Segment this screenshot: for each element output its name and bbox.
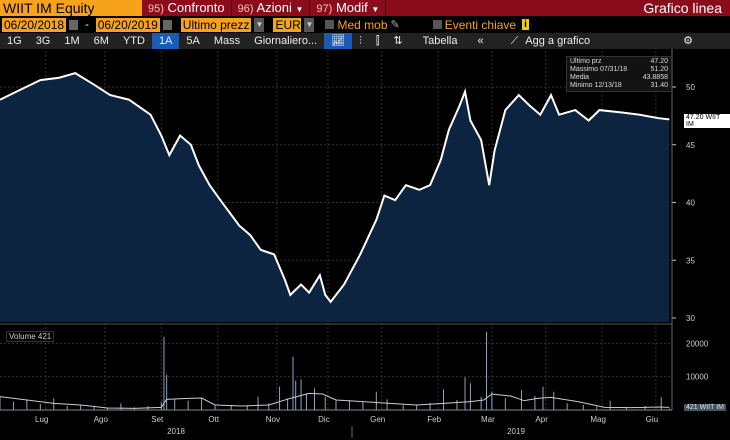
menu-label: Modif — [335, 0, 368, 15]
volume-average-line — [0, 392, 670, 409]
period-1a[interactable]: 1A — [151, 33, 180, 49]
y-tick-label: 45 — [686, 141, 695, 150]
menu-number: 97) — [316, 3, 333, 15]
menu-label: Confronto — [167, 0, 225, 15]
period-ytd[interactable]: YTD — [116, 33, 152, 49]
y-tick-label: 50 — [686, 83, 695, 92]
x-tick-label: Mar — [481, 415, 495, 424]
period-1m[interactable]: 1M — [57, 33, 86, 49]
candlestick-icon[interactable]: ⫶ — [352, 33, 369, 49]
menu-azioni[interactable]: 96) Azioni ▼ — [232, 0, 311, 16]
pencil-icon[interactable]: ✎ — [391, 18, 400, 31]
x-tick-label: Giu — [646, 415, 658, 424]
x-tick-label: Apr — [535, 415, 548, 424]
toolbar: 1G 3G 1M 6M YTD 1A 5A Mass Giornaliero..… — [0, 33, 730, 49]
x-tick-label: Ago — [94, 415, 109, 424]
ticker-field[interactable]: WIIT IM Equity — [0, 0, 142, 16]
x-tick-label: Nov — [266, 415, 280, 424]
price-tag: 47.20 WIIT IM — [684, 114, 730, 128]
chart-type-title: Grafico linea — [643, 0, 722, 16]
date-separator: - — [85, 18, 89, 31]
ohlc-icon[interactable]: ⇅ — [386, 33, 409, 49]
menu-number: 96) — [237, 3, 254, 15]
chevron-down-icon[interactable]: ▼ — [254, 17, 265, 32]
x-tick-label: Feb — [427, 415, 441, 424]
calendar-icon[interactable] — [162, 19, 172, 30]
period-3g[interactable]: 3G — [29, 33, 58, 49]
eventi-checkbox[interactable] — [432, 20, 442, 29]
line-chart-icon[interactable]: 📈︎ — [324, 33, 353, 49]
menu-confronto[interactable]: 95) Confronto — [142, 0, 232, 16]
x-tick-label: Mag — [590, 415, 606, 424]
period-5a[interactable]: 5A — [179, 33, 206, 49]
chevron-down-icon[interactable]: ▼ — [304, 17, 315, 32]
calendar-icon[interactable] — [69, 19, 79, 30]
gear-icon[interactable]: ⚙ — [676, 33, 700, 49]
year-label: 2019 — [507, 427, 525, 436]
y-tick-label: 10000 — [686, 373, 709, 382]
legend-last: Ultimo prz 47.20 — [570, 58, 668, 65]
legend-high: Massimo 07/31/18 51.20 — [570, 66, 668, 73]
period-1g[interactable]: 1G — [0, 33, 29, 49]
add-to-chart-button[interactable]: Agg a grafico — [518, 33, 597, 49]
period-mass[interactable]: Mass — [207, 33, 247, 49]
eventi-label: Eventi chiave — [444, 17, 517, 32]
x-tick-label: Set — [151, 415, 164, 424]
start-date-input[interactable]: 06/20/2018 — [2, 17, 67, 32]
info-icon[interactable]: i — [522, 19, 529, 30]
volume-legend: Volume 421 — [6, 331, 55, 342]
x-tick-label: Gen — [370, 415, 385, 424]
volume-tag: 421 WIIT IM — [684, 404, 726, 411]
menu-number: 95) — [148, 3, 164, 15]
currency-select[interactable]: EUR — [273, 17, 302, 32]
title-bar: WIIT IM Equity 95) Confronto 96) Azioni … — [0, 0, 730, 16]
med-mob-checkbox[interactable] — [325, 20, 335, 29]
x-tick-label: Ott — [208, 415, 219, 424]
x-tick-label: Dic — [318, 415, 330, 424]
y-tick-label: 20000 — [686, 339, 709, 348]
y-tick-label: 40 — [686, 199, 695, 208]
menu-modif[interactable]: 97) Modif ▼ — [310, 0, 387, 16]
chart-legend: Ultimo prz 47.20 Massimo 07/31/18 51.20 Me… — [566, 56, 672, 92]
table-button[interactable]: Tabella — [416, 33, 465, 49]
controls-bar: 06/20/2018 - 06/20/2019 Ultimo prezz ▼ E… — [0, 16, 730, 33]
bar-chart-icon[interactable]: ⫿ — [369, 33, 387, 49]
end-date-input[interactable]: 06/20/2019 — [95, 17, 160, 32]
menu-label: Azioni — [256, 0, 292, 15]
med-mob-label: Med mob — [337, 17, 388, 32]
collapse-button[interactable]: « — [470, 33, 490, 49]
field-select[interactable]: Ultimo prezz — [180, 17, 252, 32]
chevron-down-icon: ▼ — [295, 5, 304, 14]
frequency-select[interactable]: Giornaliero... — [247, 33, 324, 49]
y-tick-label: 30 — [686, 314, 695, 323]
legend-low: Minimo 12/13/18 31.40 — [570, 82, 668, 89]
add-chart-icon[interactable]: ⟋ — [511, 33, 519, 49]
period-6m[interactable]: 6M — [87, 33, 116, 49]
x-tick-label: Lug — [35, 415, 48, 424]
legend-average: Media 43.8858 — [570, 74, 668, 81]
y-tick-label: 35 — [686, 256, 695, 265]
price-volume-chart: 30 35 40 45 50 10000 20000 Lug Ago Set Ott Nov Dic Ge… — [0, 49, 709, 438]
chevron-down-icon: ▼ — [371, 5, 380, 14]
year-label: 2018 — [167, 427, 185, 436]
